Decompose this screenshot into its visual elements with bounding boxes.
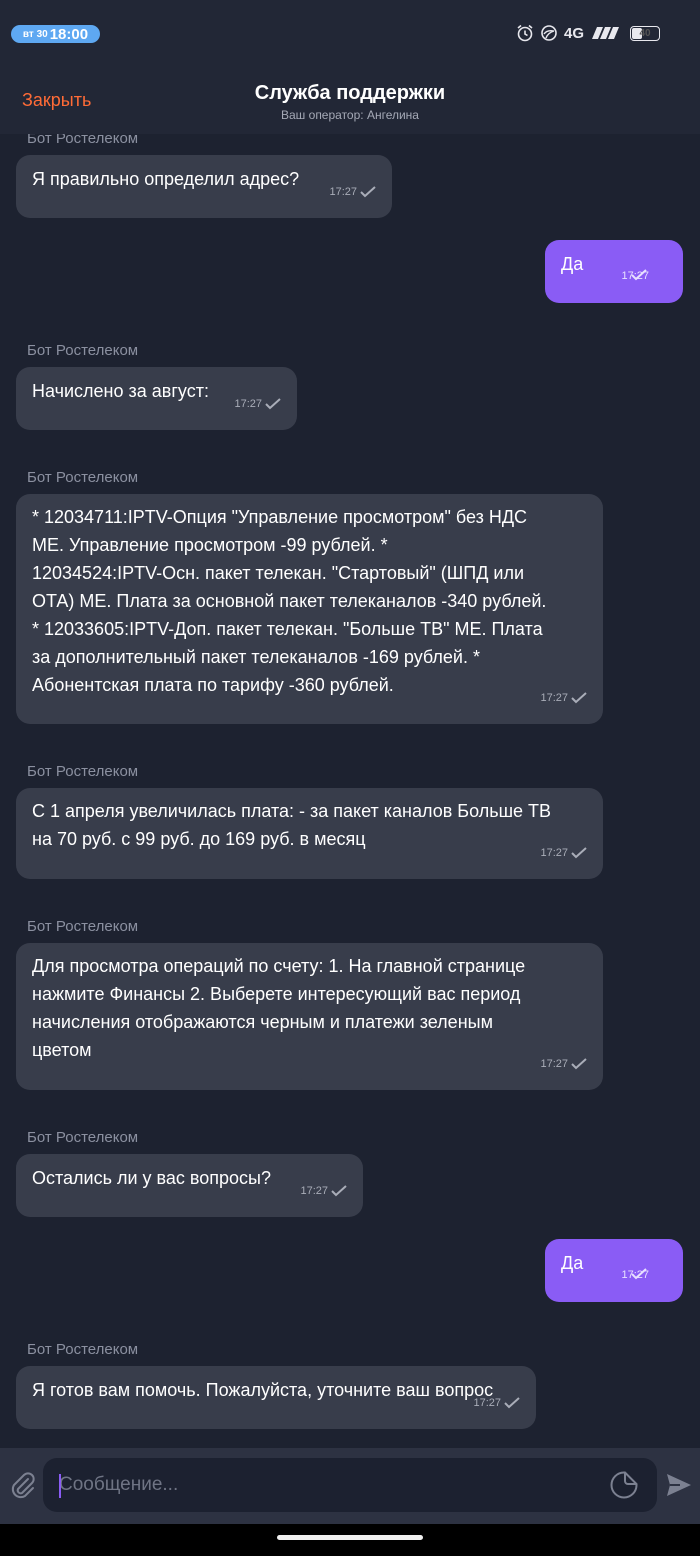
- message-line: Абонентская плата по тарифу -360 рублей.: [32, 675, 394, 695]
- battery-icon: 40: [630, 25, 660, 41]
- message-time: 17:27: [234, 398, 262, 410]
- message-text: Я правильно определил адрес?: [32, 169, 300, 189]
- status-day: вт 30: [22, 28, 48, 40]
- message-time: 17:27: [540, 692, 568, 704]
- message-line: МЕ. Управление просмотром -99 рублей. *: [32, 535, 388, 555]
- read-check-icon: [571, 1058, 587, 1070]
- message-line: * 12033605:IPTV-Доп. пакет телекан. "Бол…: [32, 619, 543, 639]
- message-composer: [0, 1448, 700, 1524]
- message-time: 17:27: [540, 1058, 568, 1070]
- message-sender: Бот Ростелеком: [27, 1129, 139, 1146]
- read-check-icon: [331, 1185, 347, 1197]
- message-sender: Бот Ростелеком: [27, 763, 139, 780]
- message-text: Да: [561, 1253, 584, 1273]
- battery-percent: 40: [639, 27, 651, 39]
- message-meta: 17:27: [473, 1389, 520, 1417]
- message-sender: Бот Ростелеком: [27, 918, 139, 935]
- message-line: Для просмотра операций по счету: 1. На г…: [32, 956, 526, 976]
- message-text: Я готов вам помочь. Пожалуйста, уточните…: [32, 1380, 494, 1400]
- message-bubble-outgoing[interactable]: Да 17:27: [545, 240, 683, 303]
- message-meta: 17:27: [540, 684, 587, 712]
- read-check-icon: [360, 186, 376, 198]
- status-bar: вт 30 18:00 4G 40: [0, 0, 700, 66]
- status-time: 18:00: [49, 25, 89, 43]
- message-line: цветом: [32, 1040, 92, 1060]
- message-line: начисления отображаются черным и платежи…: [32, 1012, 493, 1032]
- message-line: нажмите Финансы 2. Выберете интересующий…: [32, 984, 521, 1004]
- message-time: 17:27: [473, 1397, 501, 1409]
- read-check-icon: [571, 847, 587, 859]
- message-sender: Бот Ростелеком: [27, 469, 139, 486]
- send-icon[interactable]: [665, 1472, 693, 1498]
- data-saver-icon: [540, 24, 558, 42]
- network-type: 4G: [563, 24, 584, 42]
- message-sender: Бот Ростелеком: [27, 342, 139, 359]
- alarm-icon: [516, 24, 534, 42]
- message-time: 17:27: [300, 1185, 328, 1197]
- status-icons: 4G 40: [516, 22, 660, 44]
- system-nav-bar: [0, 1524, 700, 1556]
- message-meta: 17:27: [300, 1177, 347, 1205]
- message-line: * 12034711:IPTV-Опция "Управление просмо…: [32, 507, 528, 527]
- message-line: С 1 апреля увеличилась плата: - за пакет…: [32, 801, 552, 821]
- read-check-icon: [631, 1260, 647, 1288]
- message-sender: Бот Ростелеком: [27, 134, 139, 147]
- message-line: ОТА) МЕ. Плата за основной пакет телекан…: [32, 591, 547, 611]
- message-input[interactable]: [43, 1458, 657, 1512]
- signal-icon: [590, 25, 624, 41]
- read-check-icon: [571, 692, 587, 704]
- message-meta: 17:27: [234, 390, 281, 418]
- message-bubble[interactable]: * 12034711:IPTV-Опция "Управление просмо…: [16, 494, 603, 724]
- message-bubble[interactable]: Остались ли у вас вопросы? 17:27: [16, 1154, 363, 1217]
- message-time: 17:27: [540, 847, 568, 859]
- message-sender: Бот Ростелеком: [27, 1341, 139, 1358]
- operator-subtitle: Ваш оператор: Ангелина: [281, 108, 419, 122]
- message-bubble[interactable]: Для просмотра операций по счету: 1. На г…: [16, 943, 603, 1090]
- message-line: на 70 руб. с 99 руб. до 169 руб. в месяц: [32, 829, 366, 849]
- message-line: 12034524:IPTV-Осн. пакет телекан. "Старт…: [32, 563, 525, 583]
- message-time: 17:27: [329, 186, 357, 198]
- page-title: Служба поддержки: [254, 82, 446, 104]
- message-meta: 17:27: [540, 839, 587, 867]
- message-bubble[interactable]: Я правильно определил адрес? 17:27: [16, 155, 392, 218]
- message-list[interactable]: Бот Ростелеком Я правильно определил адр…: [0, 134, 700, 1448]
- text-cursor: [59, 1474, 61, 1498]
- message-line: за дополнительный пакет телеканалов -169…: [32, 647, 480, 667]
- message-bubble[interactable]: Я готов вам помочь. Пожалуйста, уточните…: [16, 1366, 536, 1429]
- home-indicator[interactable]: [277, 1535, 423, 1540]
- chat-header: Закрыть Служба поддержки Ваш оператор: А…: [0, 66, 700, 134]
- message-meta: 17:27: [540, 1050, 587, 1078]
- message-meta: 17:27: [329, 178, 376, 206]
- sticker-icon[interactable]: [609, 1470, 639, 1500]
- read-check-icon: [631, 261, 647, 289]
- read-check-icon: [504, 1397, 520, 1409]
- read-check-icon: [265, 398, 281, 410]
- message-bubble[interactable]: С 1 апреля увеличилась плата: - за пакет…: [16, 788, 603, 879]
- status-time-pill: вт 30 18:00: [11, 25, 100, 43]
- message-text: Да: [561, 254, 584, 274]
- message-bubble-outgoing[interactable]: Да 17:27: [545, 1239, 683, 1302]
- message-bubble[interactable]: Начислено за август: 17:27: [16, 367, 297, 430]
- paperclip-icon[interactable]: [8, 1470, 36, 1500]
